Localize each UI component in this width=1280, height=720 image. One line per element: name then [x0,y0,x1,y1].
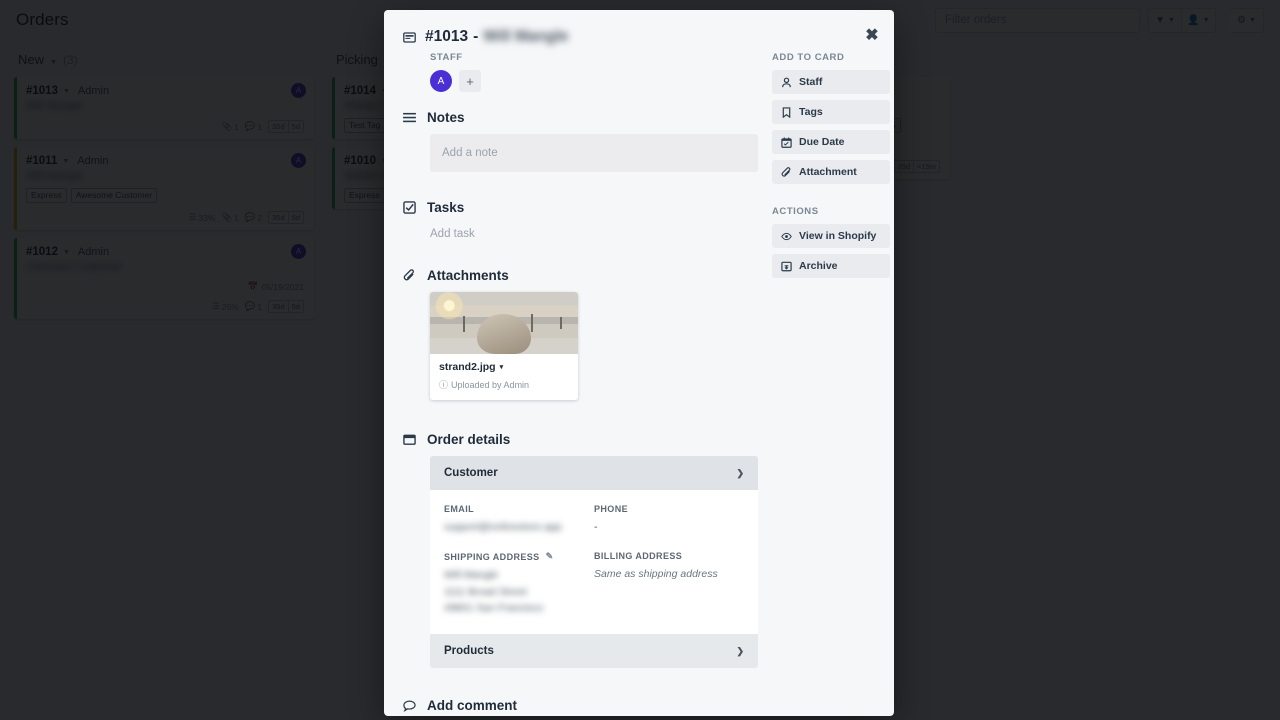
chevron-right-icon[interactable]: ❯ [736,646,744,657]
add-to-card-item-label: Staff [799,76,822,88]
add-to-card-list: Staff Tags Due Date Attachment [772,70,890,184]
box-icon [403,433,416,446]
add-comment-section-header: Add comment [403,698,758,713]
archive-icon [781,261,792,272]
attachment-meta: strand2.jpg ▾ ⓘ Uploaded by Admin [430,354,578,400]
add-to-card-tags-button[interactable]: Tags [772,100,890,124]
attachment-uploader: ⓘ Uploaded by Admin [439,378,569,391]
shipping-address-label-text: Shipping address [444,552,540,562]
notes-title: Notes [427,110,465,125]
close-icon[interactable]: ✖ [862,26,882,46]
add-to-card-label: Add to card [772,52,890,63]
order-detail-modal: ✖ #1013 - Will Mangle Staff A + [384,10,894,716]
tag-icon [781,107,792,118]
decorative-post [531,314,533,332]
action-archive-button[interactable]: Archive [772,254,890,278]
shipping-address-value: Will Mangle1111 Broad Street49801 San Fr… [444,567,594,616]
email-value: support@onlinestore.app [444,519,594,535]
modal-title: #1013 - Will Mangle [425,28,568,46]
action-item-label: Archive [799,260,838,272]
billing-address-label: Billing address [594,551,744,561]
customer-accordion-header[interactable]: Customer ❯ [430,456,758,490]
add-task-button[interactable]: Add task [430,224,758,240]
card-icon [403,31,416,44]
pencil-icon[interactable]: ✎ [546,551,554,562]
modal-main-column: Staff A + Notes Add a note [403,52,758,716]
person-icon [781,77,792,88]
shipping-address-line: 49801 San Francisco [444,600,594,616]
avatar[interactable]: A [430,70,452,92]
products-accordion-label: Products [444,645,494,657]
staff-section-label: Staff [430,52,758,63]
attachment-uploaded-by: Uploaded by Admin [451,380,529,390]
order-details-title: Order details [427,432,510,447]
action-view-in-shopify-button[interactable]: View in Shopify [772,224,890,248]
order-details-accordion: Customer ❯ Email support@onlinestore.app… [430,456,758,668]
shipping-address-line: 1111 Broad Street [444,584,594,600]
phone-field: Phone - [594,504,744,535]
decorative-post [463,316,465,332]
billing-address-field: Billing address Same as shipping address [594,551,744,616]
add-comment-title: Add comment [427,698,517,713]
staff-row: A + [430,70,758,92]
add-staff-button[interactable]: + [459,70,481,92]
modal-sidebar: Add to card StaffTagsDue DateAttachment … [772,52,890,716]
dog-silhouette [477,314,531,354]
phone-label: Phone [594,504,744,514]
notes-section-header: Notes [403,110,758,125]
attachment-filename: strand2.jpg [439,361,496,373]
action-item-label: View in Shopify [799,230,876,242]
order-id: #1013 [425,28,468,46]
modal-scroll-area[interactable]: #1013 - Will Mangle Staff A + N [384,10,894,716]
add-to-card-staff-button[interactable]: Staff [772,70,890,94]
actions-list: View in Shopify Archive [772,224,890,278]
customer-accordion-body: Email support@onlinestore.app Phone - Sh… [430,490,758,634]
lines-icon [403,111,416,124]
actions-label: Actions [772,206,890,217]
add-to-card-attachment-button[interactable]: Attachment [772,160,890,184]
attachment-thumbnail[interactable] [430,292,578,354]
products-accordion-header[interactable]: Products ❯ [430,634,758,668]
calendar-icon [781,137,792,148]
add-to-card-item-label: Attachment [799,166,857,178]
customer-name: Will Mangle [483,28,568,46]
modal-header: #1013 - Will Mangle [384,10,894,52]
spacer [403,668,758,696]
email-label: Email [444,504,594,514]
add-to-card-item-label: Due Date [799,136,845,148]
customer-accordion-label: Customer [444,467,498,479]
spacer [403,400,758,430]
shipping-address-field: Shipping address ✎ Will Mangle1111 Broad… [444,551,594,616]
chevron-down-icon[interactable]: ▾ [500,363,504,371]
attachments-section-header: Attachments [403,268,758,283]
phone-value: - [594,519,744,535]
order-details-section-header: Order details [403,432,758,447]
title-separator: - [473,28,478,46]
modal-body: Staff A + Notes Add a note [384,52,894,716]
checkbox-icon [403,201,416,214]
chevron-down-icon[interactable]: ❯ [736,468,744,479]
decorative-post [560,317,562,329]
email-field: Email support@onlinestore.app [444,504,594,535]
attachment-filename-row[interactable]: strand2.jpg ▾ [439,361,569,373]
spacer [772,190,890,206]
spacer [403,172,758,198]
paperclip-icon [781,167,792,178]
shipping-address-line: Will Mangle [444,567,594,583]
billing-address-value: Same as shipping address [594,566,744,582]
add-note-input[interactable]: Add a note [430,134,758,172]
tasks-section-header: Tasks [403,200,758,215]
add-to-card-item-label: Tags [799,106,823,118]
eye-icon [781,231,792,242]
customer-fields-grid: Email support@onlinestore.app Phone - Sh… [444,504,744,616]
add-to-card-due-date-button[interactable]: Due Date [772,130,890,154]
tasks-title: Tasks [427,200,464,215]
paperclip-icon [403,269,416,282]
attachment-item[interactable]: strand2.jpg ▾ ⓘ Uploaded by Admin [430,292,578,400]
attachments-title: Attachments [427,268,509,283]
shipping-address-label: Shipping address ✎ [444,551,594,562]
spacer [403,240,758,266]
info-icon: ⓘ [439,378,448,391]
speech-bubble-icon [403,699,416,712]
